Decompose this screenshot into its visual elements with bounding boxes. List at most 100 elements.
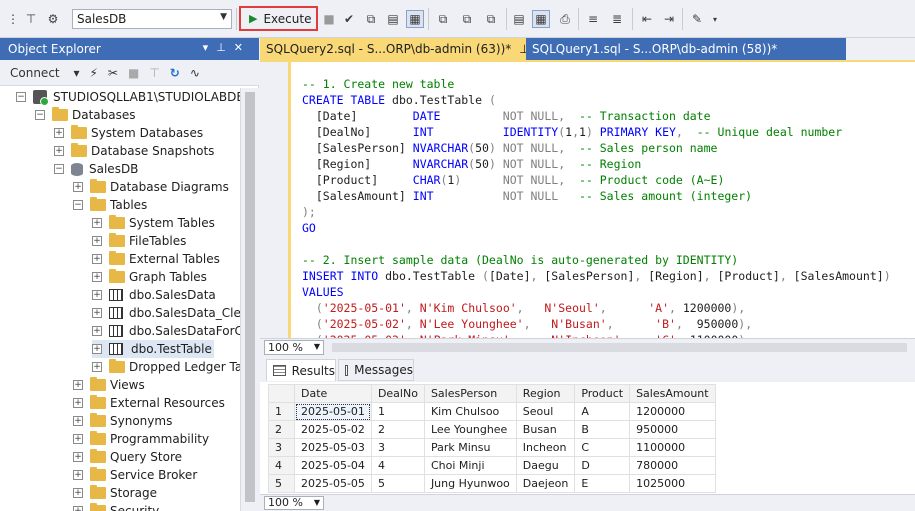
table-cell[interactable]: Seoul [515,402,576,421]
expand-icon[interactable]: + [73,182,83,192]
results-to-text-icon[interactable]: ▤ [384,10,402,28]
tree-node[interactable]: + Service Broker [73,466,197,484]
estimated-plan-icon[interactable]: ⧉ [434,10,452,28]
table-cell[interactable]: 1200000 [629,402,716,421]
table-cell[interactable]: 3 [370,438,425,457]
specify-values-icon[interactable]: ✎ [688,10,706,28]
tree-node[interactable]: + dbo.SalesData_Cleane [92,304,240,322]
tree-node[interactable]: + Graph Tables [92,268,207,286]
refresh-icon[interactable]: ↻ [170,66,180,80]
outdent-icon[interactable]: ⇤ [638,10,656,28]
column-header[interactable]: Product [574,384,631,403]
table-cell[interactable]: D [574,456,631,475]
table-cell[interactable]: 2025-05-04 [294,456,372,475]
collapse-icon[interactable]: − [73,200,83,210]
table-row[interactable]: 1 2025-05-01 1 Kim Chulsoo Seoul A 1200000 [268,402,716,421]
toolbar-overflow-icon[interactable]: ▾ [706,10,724,28]
table-cell[interactable]: 4 [370,456,425,475]
activity-monitor-icon[interactable]: ∿ [190,66,200,80]
tree-node[interactable]: + dbo.SalesDataForCor [92,322,240,340]
table-cell[interactable]: Jung Hyunwoo [423,474,517,493]
disconnect-icon[interactable]: ✂ [108,66,118,80]
table-cell[interactable]: Incheon [515,438,576,457]
comment-icon[interactable]: ≡ [584,10,602,28]
tab-results[interactable]: Results [266,359,336,381]
expand-icon[interactable]: + [92,236,102,246]
expand-icon[interactable]: + [73,380,83,390]
table-cell[interactable]: Park Minsu [423,438,517,457]
table-cell[interactable]: Daegu [515,456,576,475]
expand-icon[interactable]: + [92,272,102,282]
client-stats-icon[interactable]: ▤ [510,10,528,28]
filter-icon[interactable]: ⊤ [149,66,159,80]
panel-controls[interactable]: ▾⊥✕ [203,41,251,54]
tree-node[interactable]: + External Resources [73,394,225,412]
tree-node[interactable]: + dbo.TestTable [92,340,214,358]
column-header[interactable]: Date [294,384,372,403]
database-dropdown[interactable]: SalesDB ▼ [72,9,232,29]
expand-icon[interactable]: + [73,470,83,480]
row-number[interactable]: 2 [268,420,295,439]
tree-node[interactable]: − Databases [35,106,136,124]
tree-node[interactable]: − SalesDB [54,160,138,178]
collapse-icon[interactable]: − [16,92,26,102]
tree-node[interactable]: + Security [73,502,159,511]
live-stats-icon[interactable]: ⧉ [458,10,476,28]
table-cell[interactable]: 2 [370,420,425,439]
collapse-icon[interactable]: − [35,110,45,120]
row-number[interactable]: 1 [268,402,295,421]
table-row[interactable]: 5 2025-05-05 5 Jung Hyunwoo Daejeon E 1025000 [268,474,716,493]
execute-button[interactable]: ▶ Execute [239,6,318,31]
table-cell[interactable]: 1025000 [629,474,716,493]
tree-node[interactable]: + Views [73,376,145,394]
expand-icon[interactable]: + [73,506,83,511]
row-number[interactable]: 3 [268,438,295,457]
expand-icon[interactable]: + [92,290,102,300]
tree-node[interactable]: − STUDIOSQLLAB1\STUDIOLABDB (SC [16,88,240,106]
row-number[interactable]: 4 [268,456,295,475]
sql-code[interactable]: -- 1. Create new table CREATE TABLE dbo.T… [302,76,891,338]
tree-node[interactable]: + Programmability [73,430,209,448]
collapse-icon[interactable]: − [54,164,64,174]
available-databases-icon[interactable]: ⚙ [44,10,62,28]
tree-node[interactable]: + dbo.SalesData [92,286,216,304]
expand-icon[interactable]: + [92,218,102,228]
table-row[interactable]: 3 2025-05-03 3 Park Minsu Incheon C 1100000 [268,438,716,457]
table-row[interactable]: 4 2025-05-04 4 Choi Minji Daegu D 780000 [268,456,716,475]
query-editor[interactable]: -- 1. Create new table CREATE TABLE dbo.T… [260,62,915,338]
tree-node[interactable]: + FileTables [92,232,186,250]
tab-sqlquery1[interactable]: SQLQuery1.sql - S...ORP\db-admin (58))* [526,38,846,60]
table-cell[interactable]: Choi Minji [423,456,517,475]
results-file-icon[interactable]: ⎙ [556,10,574,28]
tree-node[interactable]: + System Tables [92,214,215,232]
connect-button[interactable]: Connect ▾ [10,66,79,80]
table-cell[interactable]: Lee Younghee [423,420,517,439]
table-cell[interactable]: 2025-05-01 [294,402,372,421]
column-header[interactable]: SalesPerson [423,384,517,403]
zoom-dropdown[interactable]: 100 % ▼ [264,340,324,355]
expand-icon[interactable]: + [73,452,83,462]
tree-scrollbar[interactable] [240,88,259,511]
tree-node[interactable]: + External Tables [92,250,220,268]
tab-messages[interactable]: Messages [338,359,414,381]
table-cell[interactable]: E [574,474,631,493]
expand-icon[interactable]: + [92,254,102,264]
scrollbar-thumb[interactable] [245,92,255,502]
expand-icon[interactable]: + [92,344,102,354]
expand-icon[interactable]: + [73,434,83,444]
table-cell[interactable]: 2025-05-05 [294,474,372,493]
connect-icon[interactable]: ⚡ [89,66,97,80]
table-cell[interactable]: Kim Chulsoo [423,402,517,421]
table-cell[interactable]: 2025-05-03 [294,438,372,457]
row-number[interactable]: 5 [268,474,295,493]
expand-icon[interactable]: + [73,488,83,498]
tree-node[interactable]: + Storage [73,484,157,502]
stop-icon[interactable]: ■ [128,66,139,80]
uncomment-icon[interactable]: ≣ [608,10,626,28]
results-zoom-dropdown[interactable]: 100 % ▼ [264,496,324,510]
stop-icon[interactable]: ■ [320,10,338,28]
tree-node[interactable]: + Synonyms [73,412,172,430]
column-header[interactable]: Region [515,384,576,403]
table-cell[interactable]: 1 [370,402,425,421]
table-cell[interactable]: 2025-05-02 [294,420,372,439]
